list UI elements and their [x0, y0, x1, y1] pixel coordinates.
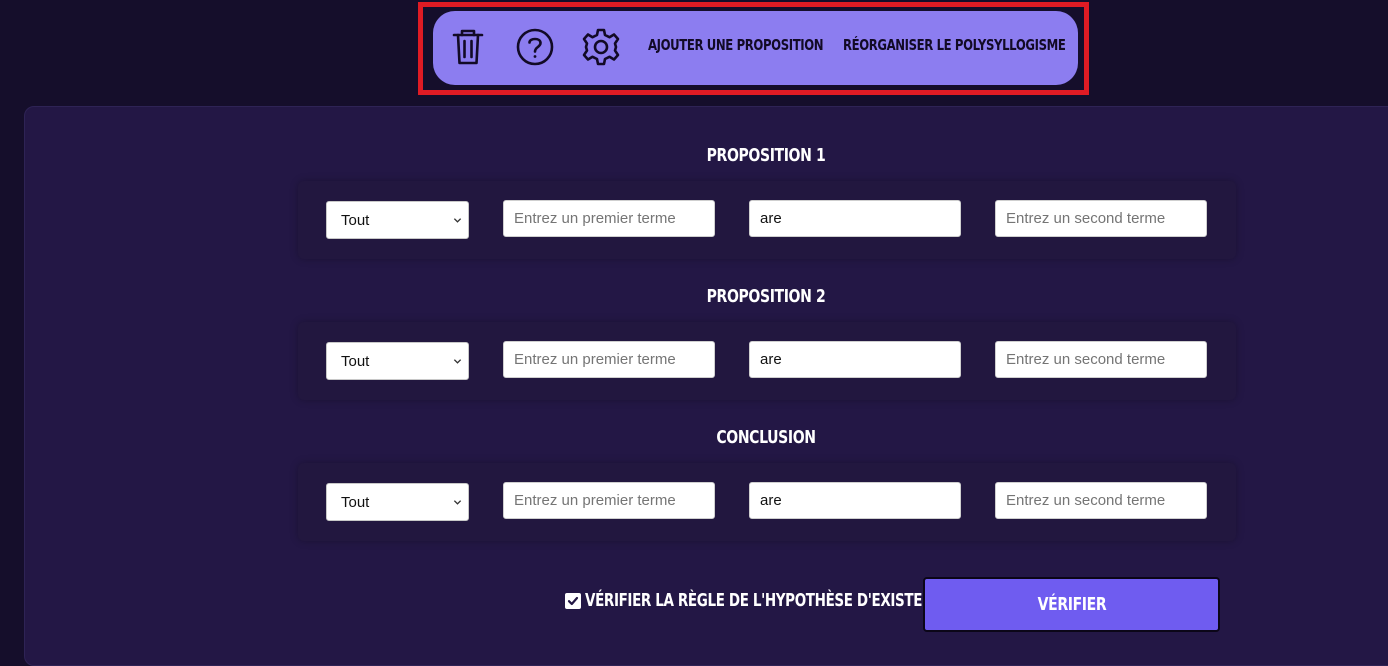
proposition-1-copula-input[interactable] [749, 200, 961, 237]
chevron-down-icon [453, 500, 462, 505]
chevron-down-icon [453, 359, 462, 364]
proposition-1-row: Tout [298, 181, 1236, 259]
verify-button-label: Vérifier [1037, 594, 1106, 615]
reorganize-polysyllogism-link[interactable]: Réorganiser le polysyllogisme [843, 36, 1066, 54]
proposition-2-second-term-input[interactable] [995, 341, 1207, 378]
conclusion-row: Tout [298, 463, 1236, 541]
checkbox-box[interactable] [565, 592, 581, 609]
trash-icon[interactable] [448, 27, 488, 67]
proposition-2-title: Proposition 2 [706, 286, 826, 307]
quantifier-value: Tout [341, 211, 370, 229]
proposition-1-title: Proposition 1 [706, 145, 826, 166]
toolbar: Ajouter une proposition Réorganiser le p… [433, 11, 1078, 85]
conclusion-quantifier-select[interactable]: Tout [326, 483, 469, 521]
proposition-2-quantifier-select[interactable]: Tout [326, 342, 469, 380]
gear-icon[interactable] [581, 27, 621, 67]
help-icon[interactable] [515, 27, 555, 67]
checkbox-label: Vérifier la règle de l'hypothèse d'exist… [585, 590, 952, 611]
conclusion-second-term-input[interactable] [995, 482, 1207, 519]
add-proposition-link[interactable]: Ajouter une proposition [648, 36, 824, 54]
proposition-1-second-term-input[interactable] [995, 200, 1207, 237]
proposition-2-row: Tout [298, 322, 1236, 400]
proposition-1-first-term-input[interactable] [503, 200, 715, 237]
conclusion-first-term-input[interactable] [503, 482, 715, 519]
conclusion-title: Conclusion [716, 427, 816, 448]
verify-button[interactable]: Vérifier [923, 577, 1220, 632]
proposition-2-copula-input[interactable] [749, 341, 961, 378]
proposition-1-quantifier-select[interactable]: Tout [326, 201, 469, 239]
quantifier-value: Tout [341, 352, 370, 370]
conclusion-copula-input[interactable] [749, 482, 961, 519]
checkmark-icon [567, 596, 579, 605]
chevron-down-icon [453, 218, 462, 223]
proposition-2-first-term-input[interactable] [503, 341, 715, 378]
quantifier-value: Tout [341, 493, 370, 511]
